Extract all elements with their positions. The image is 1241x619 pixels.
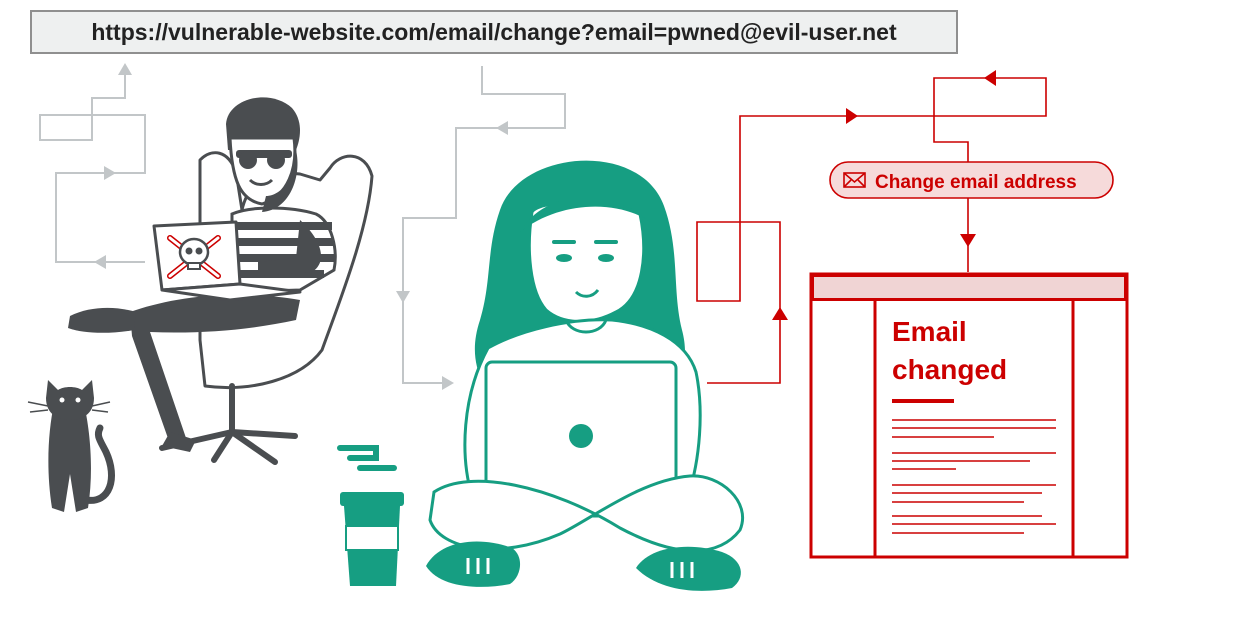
arrowhead-down xyxy=(396,291,410,303)
response-title-line2: changed xyxy=(892,354,1007,385)
arrowhead-up xyxy=(772,307,788,320)
coffee-cup-illustration xyxy=(337,445,404,586)
victim-shoe-right xyxy=(636,546,741,591)
cup-sleeve xyxy=(345,525,399,551)
steam xyxy=(337,445,397,471)
victim-shoe-left xyxy=(426,541,521,587)
arrowhead-left xyxy=(94,255,106,269)
attacker-shoe-left xyxy=(68,307,136,333)
arrowhead-left xyxy=(496,121,508,135)
cat-body xyxy=(48,404,91,512)
title-underline xyxy=(892,399,954,403)
attacker-illustration xyxy=(68,97,374,465)
arrowhead-down xyxy=(960,234,976,247)
response-page: Email changed xyxy=(809,272,1129,559)
cat-illustration xyxy=(27,380,115,512)
response-title-line1: Email xyxy=(892,316,967,347)
arrowhead-left xyxy=(984,70,996,86)
arrowhead-right xyxy=(846,108,858,124)
arrowhead-right xyxy=(442,376,454,390)
csrf-diagram: Change email address Email changed xyxy=(27,63,1129,591)
victim-illustration xyxy=(426,160,744,591)
cup-lid xyxy=(340,492,404,506)
page-header-bar xyxy=(811,274,1127,301)
request-label: Change email address xyxy=(875,172,1077,193)
cat-head xyxy=(46,380,94,420)
chair-base xyxy=(159,383,298,465)
laptop-logo xyxy=(569,424,593,448)
arrowhead-right xyxy=(104,166,116,180)
gray-flow-left xyxy=(39,68,146,263)
gray-flow-arrowheads-left xyxy=(94,63,132,269)
arrowhead-up xyxy=(118,63,132,75)
victim-face xyxy=(527,200,646,324)
change-email-request: Change email address xyxy=(829,161,1114,199)
